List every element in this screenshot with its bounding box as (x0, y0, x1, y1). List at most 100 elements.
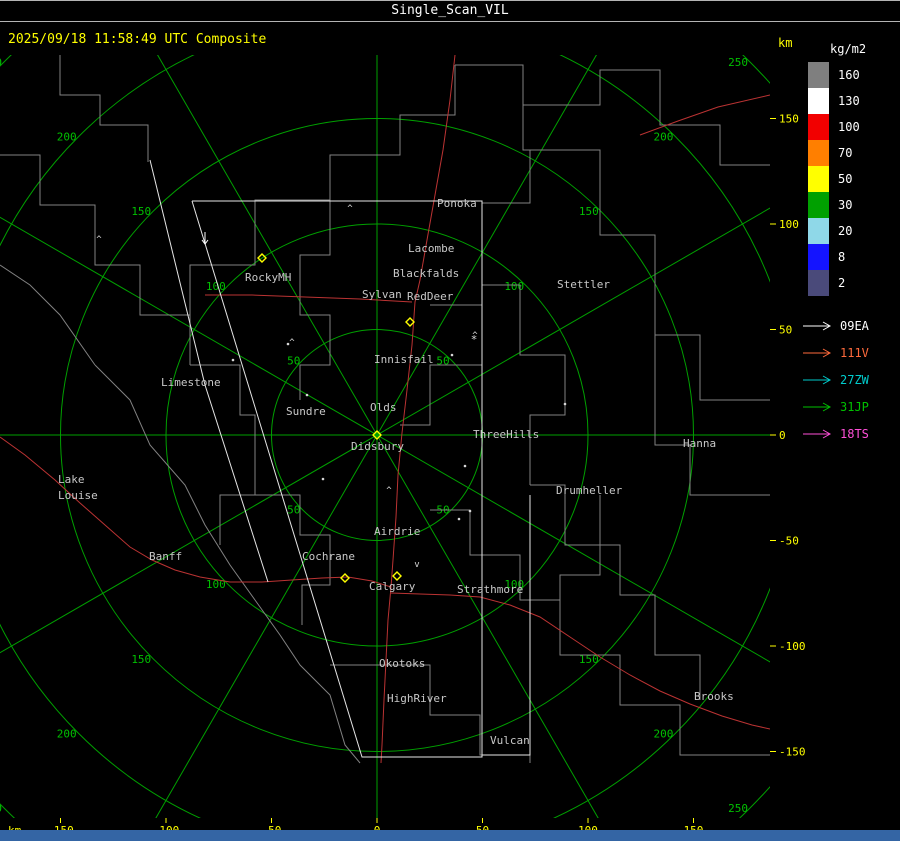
right-axis-label: 0 (779, 429, 786, 442)
place-label: Ponoka (437, 197, 477, 210)
station-id: 31JP (840, 399, 869, 414)
right-axis-label: -100 (779, 640, 806, 653)
station-id: 27ZW (840, 372, 869, 387)
map-symbol-dot (563, 402, 567, 406)
place-label: Olds (370, 401, 397, 414)
scale-swatch (808, 166, 829, 192)
right-axis-label: 100 (779, 218, 799, 231)
boundary-line (330, 664, 531, 763)
color-scale: 160 130 100 70 50 30 20 8 2 (800, 62, 900, 296)
scale-row: 2 (800, 270, 900, 296)
storm-marker[interactable] (405, 317, 415, 327)
ring-label: 100 (504, 280, 524, 293)
station-row: 18TS (800, 420, 900, 447)
place-label: Vulcan (490, 734, 530, 747)
place-label: HighRiver (387, 692, 447, 705)
place-label: Didsbury (351, 440, 404, 453)
station-row: 31JP (800, 393, 900, 420)
place-label: RockyMH (245, 271, 291, 284)
storm-marker[interactable] (340, 573, 350, 583)
scale-value: 130 (838, 94, 860, 108)
place-label: Brooks (694, 690, 734, 703)
right-axis-label: 150 (779, 113, 799, 126)
station-arrow-icon (803, 375, 832, 384)
ring-label: 200 (654, 727, 674, 740)
scale-value: 100 (838, 120, 860, 134)
station-id: 111V (840, 345, 869, 360)
map-symbol-dot (305, 393, 309, 397)
scale-row: 30 (800, 192, 900, 218)
map-symbol-caret: ^ (96, 235, 102, 245)
coverage-outline (149, 159, 269, 583)
window-title: Single_Scan_VIL (0, 0, 900, 22)
place-label: Okotoks (379, 657, 425, 670)
place-label: Strathmore (457, 583, 523, 596)
station-row: 27ZW (800, 366, 900, 393)
scale-row: 8 (800, 244, 900, 270)
place-label: Sylvan (362, 288, 402, 301)
map-symbol-dot (450, 353, 454, 357)
map-symbol-dot (457, 517, 461, 521)
station-row: 09EA (800, 312, 900, 339)
ring-label: 100 (206, 280, 226, 293)
place-label: Cochrane (302, 550, 355, 563)
ring-label: 50 (287, 354, 300, 367)
scale-swatch (808, 270, 829, 296)
scale-swatch (808, 62, 829, 88)
ring-label: 250 (0, 802, 2, 815)
boundary-line (530, 484, 701, 700)
scale-swatch (808, 244, 829, 270)
scale-value: 50 (838, 172, 853, 186)
right-axis-unit: km (778, 36, 793, 50)
scale-swatch (808, 218, 829, 244)
boundary-line (455, 64, 531, 204)
scale-row: 160 (800, 62, 900, 88)
scale-swatch (808, 114, 829, 140)
place-label: Louise (58, 489, 98, 502)
ring-label: 250 (0, 56, 2, 69)
timestamp: 2025/09/18 11:58:49 UTC Composite (8, 32, 267, 47)
ring-label: 200 (57, 727, 77, 740)
map-symbol-caret: ^ (386, 486, 392, 496)
station-row: 111V (800, 339, 900, 366)
scale-value: 70 (838, 146, 853, 160)
map-symbol-caret: ^ (289, 338, 295, 348)
radar-canvas[interactable]: 50 5050 50100 100100 100150 150150 150200 20020… (0, 55, 830, 833)
ring-label: 200 (57, 131, 77, 144)
map-symbol-dot (463, 464, 467, 468)
place-label: Drumheller (556, 484, 623, 497)
window-bottom-bar (0, 830, 900, 841)
scale-row: 50 (800, 166, 900, 192)
storm-marker[interactable] (392, 571, 402, 581)
ring-label: 150 (131, 653, 151, 666)
place-label: Lake (58, 473, 85, 486)
right-axis-label: 50 (779, 324, 792, 337)
place-label: RedDeer (407, 290, 454, 303)
scale-row: 70 (800, 140, 900, 166)
boundary-line (559, 495, 601, 600)
radar-map[interactable]: 50 50 50 50 100 100 100 100 150 150 150 150 200 200 20… (0, 55, 830, 833)
header-bar: 2025/09/18 11:58:49 UTC Composite km (0, 22, 900, 55)
place-label: Airdrie (374, 525, 420, 538)
station-arrow-icon (803, 429, 832, 438)
boundary-line (523, 149, 770, 401)
place-label: Lacombe (408, 242, 454, 255)
scale-swatch (808, 192, 829, 218)
boundary-line (94, 364, 361, 764)
boundary-line (481, 203, 566, 485)
map-symbol-dot (231, 358, 235, 362)
ring-label: 150 (579, 205, 599, 218)
place-label: Stettler (557, 278, 610, 291)
map-symbol-dot (321, 477, 325, 481)
boundary-line (190, 364, 256, 545)
scale-value: 160 (838, 68, 860, 82)
map-symbol-star: * (471, 333, 478, 346)
scale-value: 20 (838, 224, 853, 238)
scale-swatch (808, 88, 829, 114)
scale-swatch (808, 140, 829, 166)
legend-unit: kg/m2 (830, 42, 867, 56)
scale-value: 30 (838, 198, 853, 212)
place-label: Innisfail (374, 353, 434, 366)
station-id: 09EA (840, 318, 869, 333)
ring-label: 200 (654, 131, 674, 144)
